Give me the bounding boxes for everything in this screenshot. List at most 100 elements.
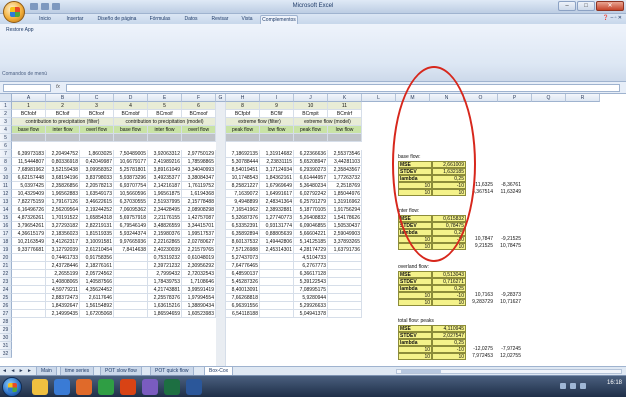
header-index-cell[interactable]: 3 — [80, 102, 114, 110]
stat-label[interactable]: STDEV — [398, 278, 432, 285]
column-header[interactable]: I — [260, 94, 294, 102]
column-header[interactable]: P — [498, 94, 532, 102]
data-cell[interactable]: 6,54118188 — [226, 310, 260, 318]
column-header[interactable]: A — [12, 94, 46, 102]
data-cell[interactable] — [114, 278, 148, 286]
stat-label[interactable]: MSE — [398, 325, 432, 332]
data-cell[interactable]: 7,66268818 — [226, 294, 260, 302]
sheet-nav-arrows[interactable]: ◄ ◄ ► ► — [2, 368, 33, 374]
flow-type-cell[interactable]: base flow — [12, 126, 46, 134]
stat-label[interactable]: MSE — [398, 215, 432, 222]
data-cell[interactable]: 2,18356023 — [46, 230, 80, 238]
data-cell[interactable]: 7,06095362 — [114, 206, 148, 214]
data-cell[interactable]: 5,39122543 — [294, 278, 328, 286]
stat-value[interactable]: 0,25 — [432, 229, 466, 236]
column-header[interactable]: F — [182, 94, 216, 102]
interval-cell[interactable]: 10 — [398, 292, 432, 299]
flow-type-cell[interactable]: peak flow — [294, 126, 328, 134]
column-header[interactable]: O — [464, 94, 498, 102]
group-header-cell[interactable]: extreme flow (filter) — [226, 118, 294, 126]
stat-label[interactable]: MSE — [398, 161, 432, 168]
data-cell[interactable]: 3,12792039 — [46, 246, 80, 254]
row-header[interactable]: 10 — [0, 174, 12, 182]
data-cell[interactable]: 5,26408832 — [294, 214, 328, 222]
column-header[interactable]: C — [80, 94, 114, 102]
data-cell[interactable] — [12, 262, 46, 270]
data-cell[interactable]: 3,49235377 — [148, 174, 182, 182]
data-cell[interactable]: 7,18692135 — [226, 150, 260, 158]
data-cell[interactable]: 1,70191522 — [46, 214, 80, 222]
data-cell[interactable]: 5,36480234 — [294, 182, 328, 190]
interval-cell[interactable]: 11,63249 — [494, 189, 522, 196]
data-cell[interactable]: 7,16541962 — [226, 206, 260, 214]
data-cell[interactable]: 2,15778488 — [182, 198, 216, 206]
data-cell[interactable]: 1,63615216 — [148, 302, 182, 310]
header-index-cell[interactable]: 9 — [260, 102, 294, 110]
row-header[interactable]: 4 — [0, 126, 12, 134]
close-button[interactable]: ✕ — [596, 1, 624, 11]
data-cell[interactable]: 9,97665936 — [114, 238, 148, 246]
series-name-cell[interactable]: BCmpit — [294, 110, 328, 118]
data-cell[interactable]: 7,82275159 — [12, 198, 46, 206]
header-index-cell[interactable]: 6 — [182, 102, 216, 110]
data-cell[interactable] — [260, 302, 294, 310]
data-cell[interactable]: 1,84392647 — [46, 302, 80, 310]
row-header[interactable]: 27 — [0, 310, 12, 318]
data-cell[interactable]: 1,7108646 — [182, 278, 216, 286]
data-cell[interactable]: 5,18770105 — [294, 206, 328, 214]
data-cell[interactable] — [114, 262, 148, 270]
data-cell[interactable]: 3,99591419 — [182, 286, 216, 294]
data-cell[interactable]: 6,37030555 — [114, 198, 148, 206]
blank-gray-cell[interactable] — [226, 134, 260, 142]
stat-label[interactable]: lambda — [398, 285, 432, 292]
flow-type-cell[interactable]: low flow — [328, 126, 362, 134]
data-cell[interactable]: 0,61048019 — [182, 254, 216, 262]
data-cell[interactable]: 1,79167126 — [46, 198, 80, 206]
data-cell[interactable]: 2,30956292 — [182, 262, 216, 270]
data-cell[interactable]: 3,52159438 — [46, 166, 80, 174]
tab-diseno-pagina[interactable]: Diseño de página — [93, 15, 141, 24]
data-cell[interactable]: 2,14216187 — [148, 182, 182, 190]
data-cell[interactable]: 10,6679177 — [114, 158, 148, 166]
data-cell[interactable] — [114, 310, 148, 318]
data-cell[interactable] — [328, 310, 362, 318]
data-cell[interactable] — [12, 286, 46, 294]
data-cell[interactable]: 3,37893265 — [328, 238, 362, 246]
data-cell[interactable]: 7,68981962 — [12, 166, 46, 174]
excel-taskbar-icon[interactable] — [164, 379, 180, 395]
data-cell[interactable]: 2,34428495 — [148, 206, 182, 214]
series-name-cell[interactable]: BCflif — [260, 110, 294, 118]
data-cell[interactable]: 1,49442806 — [260, 238, 294, 246]
data-cell[interactable]: 2,15980376 — [148, 230, 182, 238]
row-header[interactable]: 2 — [0, 110, 12, 118]
stat-label[interactable]: lambda — [398, 229, 432, 236]
data-cell[interactable]: 10,4329409 — [12, 190, 46, 198]
data-cell[interactable]: 2,48341364 — [260, 198, 294, 206]
data-cell[interactable]: 2,21579765 — [182, 246, 216, 254]
column-header[interactable]: B — [46, 94, 80, 102]
interval-cell[interactable]: 9,21525 — [466, 243, 494, 250]
header-index-cell[interactable]: 8 — [226, 102, 260, 110]
interval-cell[interactable]: 10 — [398, 189, 432, 196]
data-cell[interactable]: 1,8603025 — [80, 150, 114, 158]
data-cell[interactable]: 10,2163549 — [12, 238, 46, 246]
blank-gray-cell[interactable] — [182, 134, 216, 142]
data-cell[interactable] — [12, 254, 46, 262]
interval-cell[interactable]: 10 — [398, 299, 432, 306]
data-cell[interactable]: 6,53352391 — [226, 222, 260, 230]
data-cell[interactable]: 3,34415701 — [182, 222, 216, 230]
data-cell[interactable]: 6,36617128 — [294, 270, 328, 278]
data-cell[interactable]: 1,91756294 — [328, 206, 362, 214]
horizontal-scrollbar[interactable] — [396, 369, 622, 374]
data-cell[interactable]: 1,63791736 — [328, 246, 362, 254]
data-cell[interactable] — [328, 294, 362, 302]
tab-datos[interactable]: Datos — [180, 15, 202, 24]
interval-cell[interactable]: 10 — [432, 353, 466, 360]
stat-label[interactable]: STDEV — [398, 332, 432, 339]
tab-complementos[interactable]: Complementos — [260, 15, 298, 24]
column-header[interactable]: Q — [532, 94, 566, 102]
series-name-cell[interactable]: BCfobf — [12, 110, 46, 118]
data-cell[interactable]: 0,74461733 — [46, 254, 80, 262]
stat-label[interactable]: STDEV — [398, 168, 432, 175]
interval-cell[interactable]: 8,367514 — [466, 189, 494, 196]
